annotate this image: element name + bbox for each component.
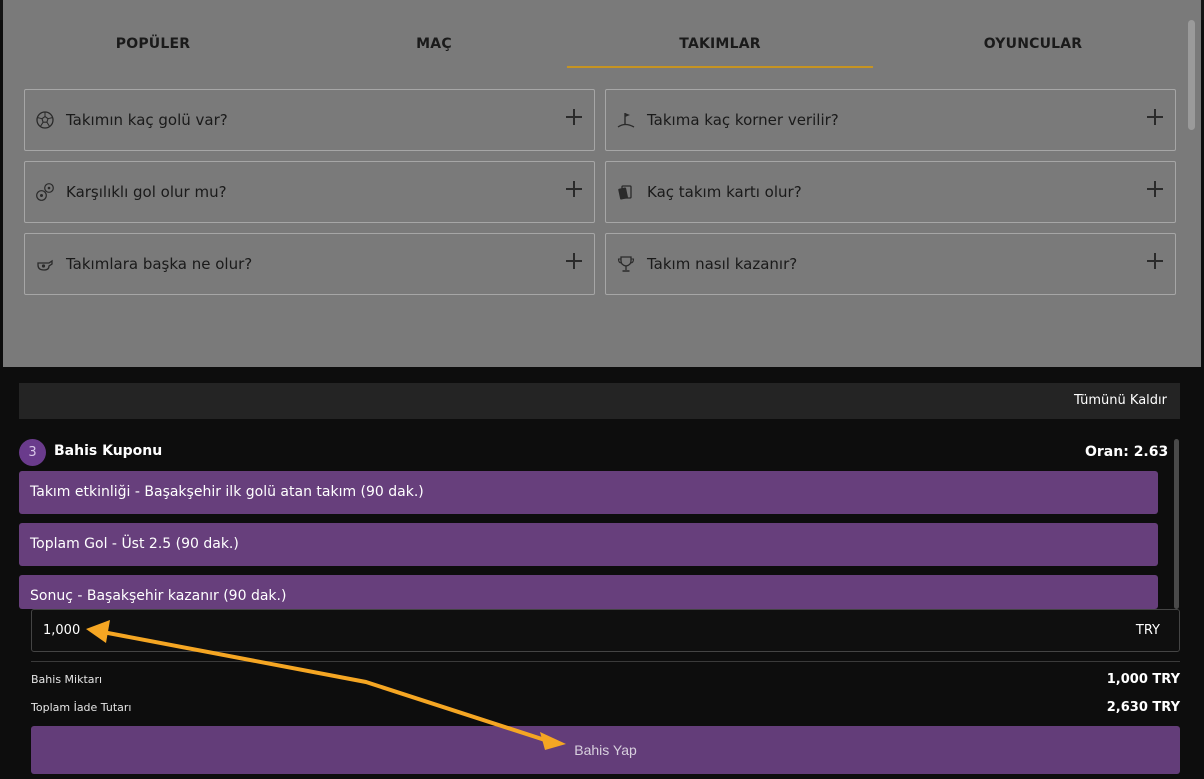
trophy-icon (616, 254, 636, 274)
two-balls-icon (35, 182, 55, 202)
slip-selection[interactable]: Takım etkinliği - Başakşehir ilk golü at… (19, 471, 1158, 514)
place-bet-button[interactable]: Bahis Yap (31, 726, 1180, 774)
slip-selection[interactable]: Toplam Gol - Üst 2.5 (90 dak.) (19, 523, 1158, 566)
market-label: Takım nasıl kazanır? (647, 255, 798, 273)
stake-amount-value: 1,000 TRY (1106, 672, 1180, 687)
stake-field[interactable]: TRY (31, 609, 1180, 652)
market-label: Takıma kaç korner verilir? (647, 111, 839, 129)
stake-amount-label: Bahis Miktarı (31, 673, 103, 686)
tab-takimlar[interactable]: TAKIMLAR (567, 20, 873, 68)
plus-icon (566, 181, 582, 197)
panel-scrollbar[interactable] (1188, 20, 1195, 130)
market-tabs: POPÜLER MAÇ TAKIMLAR OYUNCULAR (3, 20, 1187, 68)
bet-slip-title: Bahis Kuponu (54, 443, 163, 459)
total-return-label: Toplam İade Tutarı (31, 701, 132, 714)
total-return-value: 2,630 TRY (1106, 700, 1180, 715)
slip-selection[interactable]: Sonuç - Başakşehir kazanır (90 dak.) (19, 575, 1158, 609)
football-icon (35, 110, 55, 130)
plus-icon (1147, 181, 1163, 197)
slip-scrollbar[interactable] (1174, 439, 1179, 609)
market-label: Takımın kaç golü var? (66, 111, 228, 129)
corner-flag-icon (616, 110, 636, 130)
market-team-win-method[interactable]: Takım nasıl kazanır? (605, 233, 1176, 295)
stake-currency: TRY (1135, 623, 1160, 638)
market-team-corners[interactable]: Takıma kaç korner verilir? (605, 89, 1176, 151)
summary-divider (31, 661, 1180, 662)
selection-label: Toplam Gol - Üst 2.5 (90 dak.) (30, 536, 239, 552)
plus-icon (1147, 109, 1163, 125)
plus-icon (566, 109, 582, 125)
market-both-score[interactable]: Karşılıklı gol olur mu? (24, 161, 595, 223)
selection-count-badge: 3 (19, 439, 46, 466)
tab-populer[interactable]: POPÜLER (3, 20, 303, 68)
stake-input[interactable] (43, 610, 943, 651)
remove-all-bar: Tümünü Kaldır (19, 383, 1180, 419)
plus-icon (1147, 253, 1163, 269)
remove-all-button[interactable]: Tümünü Kaldır (1074, 383, 1167, 419)
market-label: Kaç takım kartı olur? (647, 183, 802, 201)
market-team-goals[interactable]: Takımın kaç golü var? (24, 89, 595, 151)
total-odds: Oran: 2.63 (1085, 444, 1169, 460)
tab-oyuncular[interactable]: OYUNCULAR (883, 20, 1183, 68)
whistle-icon (35, 254, 55, 274)
market-team-cards[interactable]: Kaç takım kartı olur? (605, 161, 1176, 223)
cards-icon (616, 182, 636, 202)
plus-icon (566, 253, 582, 269)
market-team-other[interactable]: Takımlara başka ne olur? (24, 233, 595, 295)
market-label: Karşılıklı gol olur mu? (66, 183, 227, 201)
selection-label: Takım etkinliği - Başakşehir ilk golü at… (30, 484, 424, 500)
tab-mac[interactable]: MAÇ (284, 20, 584, 68)
market-label: Takımlara başka ne olur? (66, 255, 253, 273)
